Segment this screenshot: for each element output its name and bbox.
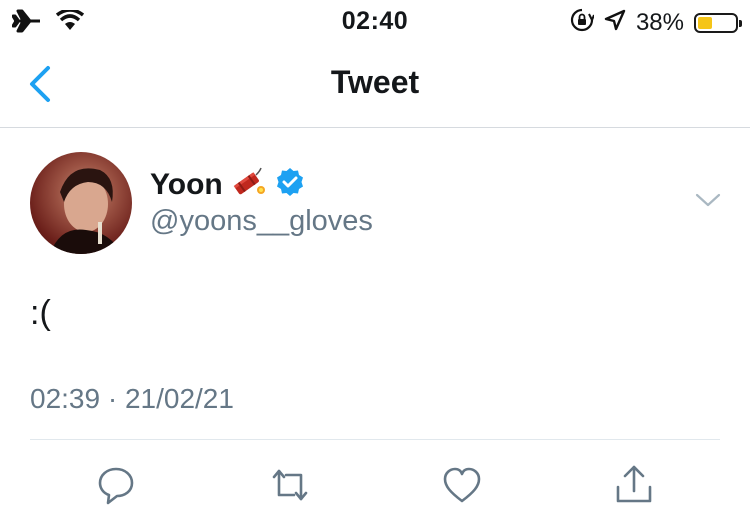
orientation-lock-icon xyxy=(570,8,595,37)
username[interactable]: @yoons__gloves xyxy=(150,205,373,238)
retweet-icon xyxy=(272,469,308,501)
battery-level xyxy=(698,16,712,29)
avatar[interactable] xyxy=(30,152,132,254)
like-button[interactable] xyxy=(440,463,484,507)
display-name-row: Yoon xyxy=(150,166,305,203)
retweet-button[interactable] xyxy=(268,463,312,507)
page-title: Tweet xyxy=(330,64,420,100)
battery-icon xyxy=(694,12,742,33)
avatar-image xyxy=(50,168,122,254)
reply-button[interactable] xyxy=(94,463,138,507)
firecracker-icon xyxy=(231,166,267,203)
heart-icon xyxy=(443,467,481,503)
tweet-options-button[interactable] xyxy=(694,190,722,210)
chevron-down-icon xyxy=(695,193,721,207)
location-icon xyxy=(604,9,626,36)
battery-cap xyxy=(739,19,742,27)
tweet-actions xyxy=(0,463,750,507)
share-icon xyxy=(616,465,652,503)
nav-bar: Tweet xyxy=(0,40,750,128)
reply-icon xyxy=(98,467,134,505)
tweet-text: :( xyxy=(30,294,51,332)
divider xyxy=(30,439,720,440)
verified-badge-icon xyxy=(275,167,305,202)
tweet-screen: 02:40 38% Tweet Yoon @yoons__gloves:(0… xyxy=(0,0,750,527)
share-button[interactable] xyxy=(612,463,656,507)
battery-percent: 38% xyxy=(635,8,684,36)
status-bar-right: 38% xyxy=(570,8,742,37)
tweet-timestamp: 02:39 · 21/02/21 xyxy=(30,383,234,414)
status-bar: 02:40 38% xyxy=(0,0,750,40)
display-name[interactable]: Yoon xyxy=(150,168,223,202)
